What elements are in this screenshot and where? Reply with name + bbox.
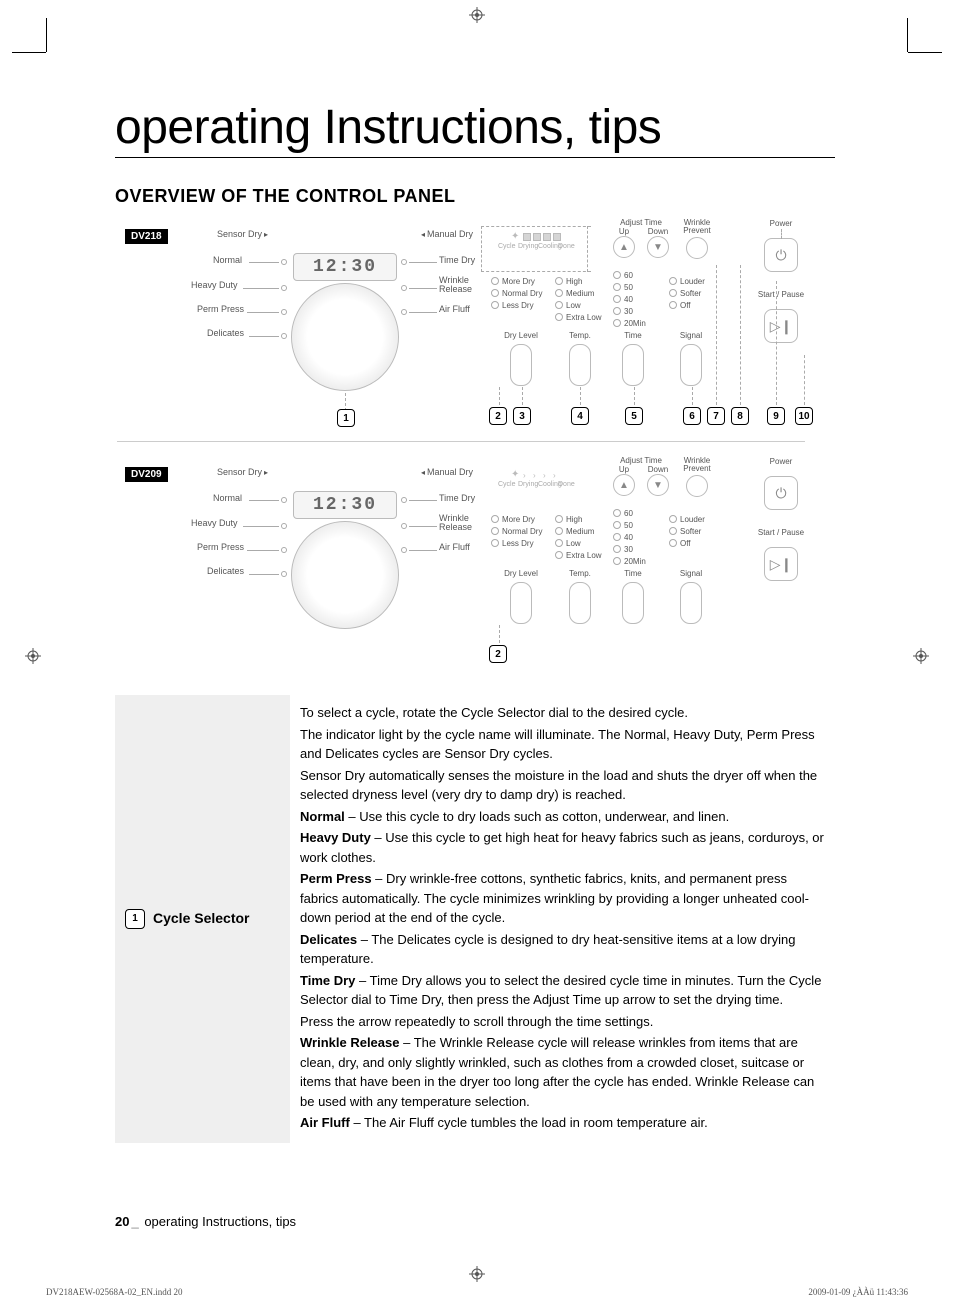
time-button[interactable] [622,582,644,624]
time-button[interactable] [622,344,644,386]
adjust-time-label: Adjust Time [609,219,673,227]
callout-2: 2 [489,407,507,425]
separator [117,441,805,442]
callout-2b: 2 [489,645,507,663]
dry-level-button[interactable] [510,582,532,624]
section-heading: OVERVIEW OF THE CONTROL PANEL [115,186,835,207]
crop-mark [46,18,47,52]
temp-label: Temp. [555,331,605,340]
callout-8: 8 [731,407,749,425]
temp-options: High Medium Low Extra Low [555,513,605,561]
adjust-time-up-button[interactable]: ▲ [613,474,635,496]
table-row-label: Cycle Selector [153,908,250,929]
power-label: Power [749,219,813,228]
control-panel-diagram-dv218: DV218 Sensor Dry Manual Dry 12:30 Normal… [115,223,835,443]
crop-mark [907,18,908,52]
crop-mark [12,52,46,53]
temp-button[interactable] [569,582,591,624]
time-display: 12:30 [293,253,397,281]
temp-options: High Medium Low Extra Low [555,275,605,323]
callout-3: 3 [513,407,531,425]
dry-level-options: More Dry Normal Dry Less Dry [491,513,551,549]
dial-option: Heavy Duty [191,280,238,290]
callout-1: 1 [337,409,355,427]
dial-option: Wrinkle Release [439,276,472,294]
progress-bar: ✦ [491,233,581,243]
dial-option: Perm Press [197,304,244,314]
crop-mark [908,52,942,53]
dry-level-options: More Dry Normal Dry Less Dry [491,275,551,311]
time-options: 60 50 40 30 20Min [613,507,653,567]
wrinkle-prevent-button[interactable] [686,475,708,497]
signal-button[interactable] [680,344,702,386]
page-title: operating Instructions, tips [115,100,835,158]
dial-option: Normal [213,255,242,265]
start-pause-label: Start / Pause [749,290,813,299]
manual-dry-label: Manual Dry [421,467,473,477]
progress-labels: Cycle Drying Cooling Done [491,243,581,250]
progress-bar: ✦›››› [491,471,581,481]
adjust-time-up-button[interactable]: ▲ [613,236,635,258]
callout-4: 4 [571,407,589,425]
cycle-selector-dial[interactable] [291,283,399,391]
dial-option: Time Dry [439,255,475,265]
callout-6: 6 [683,407,701,425]
sensor-dry-label: Sensor Dry [217,229,268,239]
power-button[interactable]: ⏻ [764,476,798,510]
progress-labels: CycleDryingCoolingDone [491,481,581,488]
callout-10: 10 [795,407,813,425]
registration-mark-top [468,6,486,24]
model-tag: DV218 [125,229,168,244]
signal-options: Louder Softer Off [669,513,713,549]
wrinkle-prevent-label: Wrinkle Prevent [677,219,717,235]
signal-label: Signal [669,331,713,340]
dry-level-label: Dry Level [491,331,551,340]
dial-option: Air Fluff [439,304,470,314]
adjust-time-down-button[interactable]: ▼ [647,236,669,258]
cycle-selector-description: To select a cycle, rotate the Cycle Sele… [300,703,825,1133]
signal-options: Louder Softer Off [669,275,713,311]
time-label: Time [613,331,653,340]
start-pause-button[interactable]: ▷❙ [764,547,798,581]
control-panel-diagram-dv209: DV209 Sensor Dry Manual Dry 12:30 Normal… [115,461,835,677]
callout-7: 7 [707,407,725,425]
adjust-time-down-button[interactable]: ▼ [647,474,669,496]
dry-level-button[interactable] [510,344,532,386]
start-pause-button[interactable]: ▷❙ [764,309,798,343]
temp-button[interactable] [569,344,591,386]
wrinkle-prevent-button[interactable] [686,237,708,259]
cycle-selector-dial[interactable] [291,521,399,629]
power-button[interactable]: ⏻ [764,238,798,272]
registration-mark-bottom [468,1265,486,1283]
sensor-dry-label: Sensor Dry [217,467,268,477]
time-options: 60 50 40 30 20Min [613,269,653,329]
signal-button[interactable] [680,582,702,624]
time-display: 12:30 [293,491,397,519]
page-footer: 20_ operating Instructions, tips [115,1214,296,1229]
table-callout: 1 [125,909,145,929]
document-metadata: DV218AEW-02568A-02_EN.indd 20 2009-01-09… [46,1287,908,1297]
callout-5: 5 [625,407,643,425]
model-tag: DV209 [125,467,168,482]
callout-9: 9 [767,407,785,425]
cycle-selector-table: 1 Cycle Selector To select a cycle, rota… [115,695,835,1143]
manual-dry-label: Manual Dry [421,229,473,239]
registration-mark-left [24,647,42,665]
dial-option: Delicates [207,328,244,338]
